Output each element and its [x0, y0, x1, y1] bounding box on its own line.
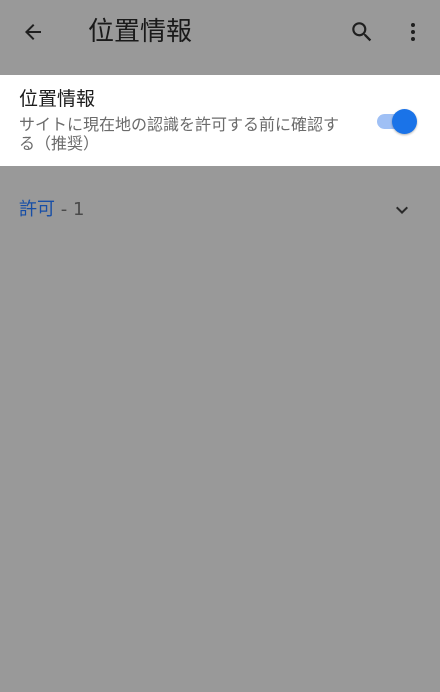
back-button[interactable] [9, 8, 57, 56]
expand-button[interactable] [388, 196, 416, 224]
app-bar: 位置情報 [0, 0, 440, 64]
more-options-button[interactable] [389, 8, 437, 56]
allowed-section-label: 許可 - 1 [19, 198, 84, 222]
setting-title: 位置情報 [19, 88, 96, 110]
location-toggle[interactable] [375, 108, 419, 134]
search-icon [352, 22, 372, 42]
allowed-section-header[interactable]: 許可 - 1 [0, 186, 440, 234]
location-setting-row[interactable]: 位置情報 サイトに現在地の認識を許可する前に確認する（推奨） [0, 75, 440, 166]
arrow-left-icon [25, 24, 41, 40]
setting-description: サイトに現在地の認識を許可する前に確認する（推奨） [19, 115, 340, 153]
toggle-thumb [392, 109, 417, 134]
page-title: 位置情報 [88, 17, 193, 47]
chevron-down-icon [396, 206, 408, 214]
more-vert-icon [411, 23, 415, 41]
allowed-label: 許可 [19, 199, 55, 220]
allowed-count: - 1 [60, 199, 85, 220]
search-button[interactable] [338, 8, 386, 56]
